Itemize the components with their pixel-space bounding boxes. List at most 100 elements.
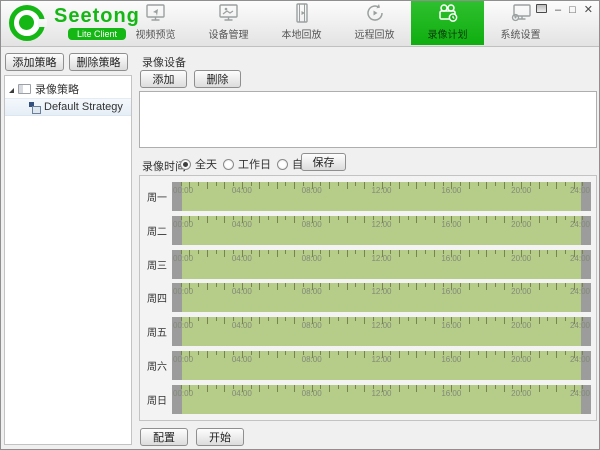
tab-record-plan[interactable]: 录像计划 — [411, 1, 484, 45]
time-tick — [398, 283, 400, 291]
time-tick — [215, 283, 217, 288]
time-tick — [268, 384, 270, 389]
time-tick — [486, 283, 488, 291]
add-strategy-button[interactable]: 添加策略 — [5, 53, 64, 71]
delete-strategy-button[interactable]: 删除策略 — [69, 53, 128, 71]
tree-node-record-strategy[interactable]: 录像策略 — [5, 80, 131, 98]
tab-local-playback[interactable]: 本地回放 — [265, 1, 338, 45]
schedule-bar[interactable]: 00:00 04:00 08:00 12:00 16:00 20:00 24:00 — [172, 384, 591, 414]
time-tick — [503, 317, 505, 325]
device-list[interactable] — [139, 91, 597, 148]
time-label: 00:00 — [173, 287, 194, 297]
time-tick — [486, 384, 488, 392]
time-tick — [564, 182, 566, 186]
time-tick — [259, 215, 261, 223]
time-label: 24:00 — [569, 186, 590, 195]
tab-device-manage[interactable]: 设备管理 — [192, 1, 265, 45]
time-tick — [407, 215, 409, 220]
tab-label: 录像计划 — [427, 30, 468, 41]
radio-icon[interactable] — [180, 158, 191, 170]
time-tick — [198, 215, 200, 220]
radio-icon[interactable] — [223, 158, 234, 170]
time-label: 00:00 — [173, 355, 194, 365]
time-tick — [364, 351, 366, 359]
time-tick — [355, 283, 357, 288]
start-button[interactable]: 开始 — [196, 428, 244, 446]
device-delete-button[interactable]: 删除 — [194, 70, 241, 88]
time-label: 16:00 — [441, 388, 462, 398]
time-tick — [206, 351, 208, 359]
tab-video-preview[interactable]: 视频预览 — [119, 1, 192, 45]
expander-icon[interactable] — [9, 87, 14, 93]
time-tick — [337, 182, 339, 186]
time-tick — [285, 384, 287, 389]
time-tick — [355, 384, 357, 389]
record-plan-icon — [436, 1, 460, 25]
device-manage-icon — [218, 1, 240, 25]
time-tick — [329, 249, 331, 257]
time-tick — [486, 317, 488, 325]
time-tick — [224, 215, 226, 223]
config-button[interactable]: 配置 — [140, 428, 188, 446]
time-label: 00:00 — [173, 186, 194, 195]
schedule-bar[interactable]: 00:00 04:00 08:00 12:00 16:00 20:00 24:00 — [172, 249, 591, 279]
time-tick — [425, 317, 427, 322]
time-tick — [433, 182, 435, 189]
time-label: 08:00 — [301, 287, 322, 297]
schedule-bar[interactable]: 00:00 04:00 08:00 12:00 16:00 20:00 24:00 — [172, 351, 591, 381]
time-tick — [494, 182, 496, 186]
time-tick — [285, 215, 287, 220]
skin-icon[interactable] — [536, 4, 547, 16]
time-tick — [337, 384, 339, 389]
time-tick — [564, 384, 566, 389]
schedule-bar[interactable]: 00:00 04:00 08:00 12:00 16:00 20:00 24:00 — [172, 215, 591, 245]
radio-all-day[interactable]: 全天 — [180, 156, 217, 172]
schedule-bar[interactable]: 00:00 04:00 08:00 12:00 16:00 20:00 24:00 — [172, 182, 591, 211]
time-label: 00:00 — [173, 388, 194, 398]
time-tick — [355, 317, 357, 322]
time-tick — [364, 283, 366, 291]
schedule-bar[interactable]: 00:00 04:00 08:00 12:00 16:00 20:00 24:00 — [172, 317, 591, 347]
save-button[interactable]: 保存 — [301, 153, 346, 171]
time-tick — [198, 249, 200, 254]
time-tick — [355, 215, 357, 220]
time-tick — [198, 317, 200, 322]
time-tick — [285, 351, 287, 356]
time-tick — [276, 249, 278, 257]
time-tick — [346, 249, 348, 257]
time-label: 04:00 — [231, 219, 252, 229]
tree-root-label: 录像策略 — [35, 84, 79, 96]
time-tick — [285, 249, 287, 254]
time-tick — [407, 283, 409, 288]
time-label: 12:00 — [371, 355, 392, 365]
time-tick — [259, 182, 261, 189]
time-tick — [564, 351, 566, 356]
time-tick — [276, 317, 278, 325]
time-tick — [259, 351, 261, 359]
tab-remote-playback[interactable]: 远程回放 — [338, 1, 411, 45]
time-tick — [503, 384, 505, 392]
time-tick — [346, 283, 348, 291]
close-button[interactable]: ✕ — [584, 4, 593, 16]
schedule-row: 周三 00:00 04:00 08:00 12:00 16:00 20:00 24:00 — [143, 249, 591, 279]
time-tick — [224, 249, 226, 257]
time-tick — [564, 283, 566, 288]
time-tick — [433, 351, 435, 359]
schedule-bar[interactable]: 00:00 04:00 08:00 12:00 16:00 20:00 24:00 — [172, 283, 591, 313]
day-label: 周日 — [147, 395, 167, 407]
time-tick — [503, 283, 505, 291]
radio-icon[interactable] — [277, 158, 288, 170]
time-label: 00:00 — [173, 219, 194, 229]
radio-workday[interactable]: 工作日 — [223, 156, 271, 172]
time-tick — [538, 182, 540, 189]
time-label: 20:00 — [511, 287, 532, 297]
device-add-button[interactable]: 添加 — [140, 70, 187, 88]
time-tick — [329, 182, 331, 189]
time-tick — [259, 317, 261, 325]
minimize-button[interactable]: – — [555, 4, 561, 16]
maximize-button[interactable]: □ — [569, 4, 576, 16]
time-label: 16:00 — [441, 186, 462, 195]
tree-node-default-strategy[interactable]: Default Strategy — [5, 98, 131, 116]
time-tick — [294, 249, 296, 257]
strategy-tree: 录像策略 Default Strategy — [4, 75, 132, 445]
